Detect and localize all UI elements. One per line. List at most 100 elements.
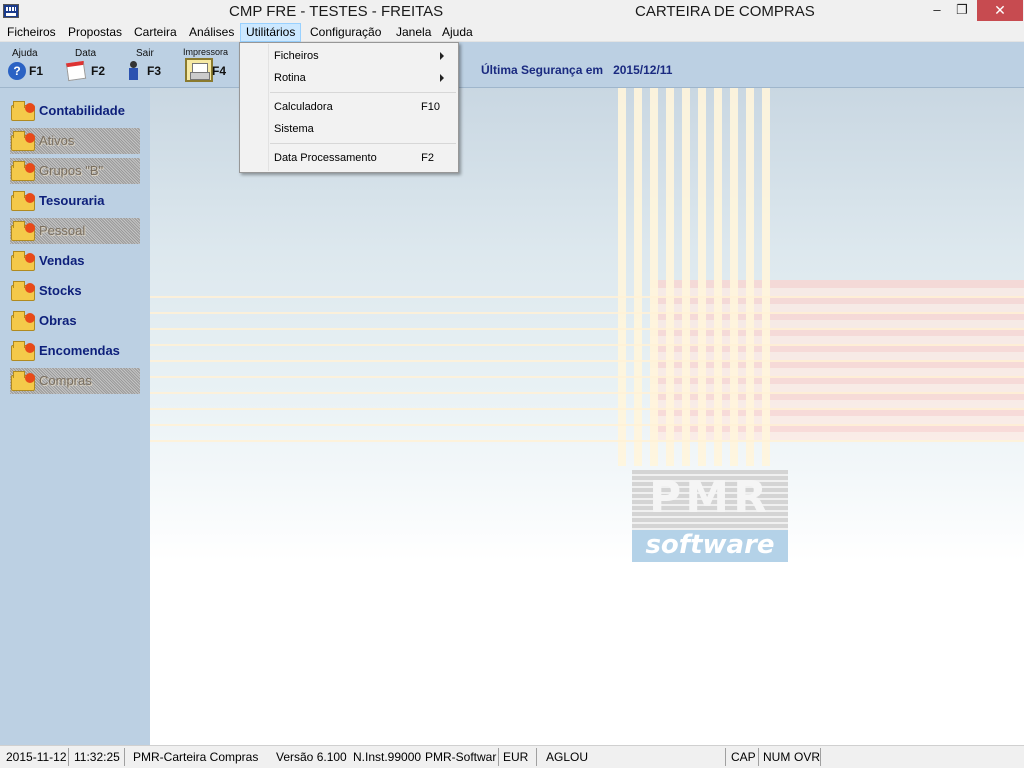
menu-bar: Ficheiros Propostas Carteira Análises Ut… bbox=[0, 23, 1024, 42]
software-logo-text: software bbox=[632, 530, 788, 562]
sidebar-item-label: Contabilidade bbox=[39, 103, 125, 118]
dropdown-item-data-processamento[interactable]: Data Processamento F2 bbox=[274, 149, 454, 167]
close-button[interactable]: ✕ bbox=[977, 0, 1023, 21]
sidebar-item-label: Obras bbox=[39, 313, 77, 328]
menu-janela[interactable]: Janela bbox=[391, 23, 436, 42]
sidebar-item-label: Stocks bbox=[39, 283, 82, 298]
dropdown-item-rotina[interactable]: Rotina bbox=[274, 69, 454, 87]
sidebar-item-label: Encomendas bbox=[39, 343, 120, 358]
sidebar-item-encomendas[interactable]: Encomendas bbox=[10, 338, 140, 364]
status-version: Versão 6.100 bbox=[276, 750, 347, 764]
window-subtitle: CARTEIRA DE COMPRAS bbox=[635, 3, 815, 20]
sidebar-item-ativos[interactable]: Ativos bbox=[10, 128, 140, 154]
background-stripe bbox=[150, 296, 1024, 298]
minimize-button[interactable]: – bbox=[926, 0, 948, 21]
title-bar: CMP FRE - TESTES - FREITAS CARTEIRA DE C… bbox=[0, 0, 1024, 23]
printer-button[interactable]: Impressora F4 bbox=[183, 45, 238, 85]
dropdown-item-label: Sistema bbox=[274, 123, 314, 135]
status-num-lock: NUM bbox=[763, 750, 791, 764]
dropdown-item-label: Rotina bbox=[274, 72, 306, 84]
folder-icon bbox=[11, 161, 35, 181]
menu-configuracao[interactable]: Configuração bbox=[305, 23, 386, 42]
background-stripe bbox=[150, 312, 1024, 314]
background-stripe bbox=[150, 408, 1024, 410]
folder-icon bbox=[11, 281, 35, 301]
status-vendor: PMR-Softwar bbox=[425, 750, 497, 764]
folder-icon bbox=[11, 341, 35, 361]
folder-icon bbox=[11, 131, 35, 151]
exit-button[interactable]: Sair F3 bbox=[126, 45, 176, 85]
sidebar-item-stocks[interactable]: Stocks bbox=[10, 278, 140, 304]
menu-separator bbox=[270, 143, 456, 144]
status-install-number: N.Inst.99000 bbox=[353, 750, 422, 764]
sidebar-item-contabilidade[interactable]: Contabilidade bbox=[10, 98, 140, 124]
dropdown-item-sistema[interactable]: Sistema bbox=[274, 120, 454, 138]
last-backup-date: 2015/12/11 bbox=[613, 63, 673, 77]
background-stripe bbox=[150, 376, 1024, 378]
sidebar-item-pessoal[interactable]: Pessoal bbox=[10, 218, 140, 244]
sidebar-item-label: Compras bbox=[39, 373, 92, 388]
sidebar-item-label: Vendas bbox=[39, 253, 85, 268]
exit-caption: Sair bbox=[136, 48, 154, 59]
sidebar-item-obras[interactable]: Obras bbox=[10, 308, 140, 334]
menu-analises[interactable]: Análises bbox=[184, 23, 239, 42]
status-user: AGLOU bbox=[546, 750, 589, 764]
menu-propostas[interactable]: Propostas bbox=[63, 23, 127, 42]
restore-button[interactable]: ❐ bbox=[951, 0, 973, 21]
folder-icon bbox=[11, 221, 35, 241]
sidebar-item-label: Ativos bbox=[39, 133, 75, 148]
status-caps-lock: CAP bbox=[731, 750, 756, 764]
submenu-arrow-icon bbox=[440, 52, 444, 60]
status-currency: EUR bbox=[503, 750, 529, 764]
toolbar: Ajuda ? F1 Data F2 Sair F3 Impressora F4… bbox=[0, 42, 1024, 88]
menu-utilitarios[interactable]: Utilitários bbox=[240, 23, 302, 42]
calendar-icon bbox=[65, 60, 87, 82]
background-stripe bbox=[150, 344, 1024, 346]
submenu-arrow-icon bbox=[440, 74, 444, 82]
folder-icon bbox=[11, 311, 35, 331]
help-button[interactable]: Ajuda ? F1 bbox=[8, 45, 58, 85]
menu-ajuda[interactable]: Ajuda bbox=[437, 23, 478, 42]
dropdown-item-shortcut: F2 bbox=[421, 152, 434, 164]
help-key: F1 bbox=[29, 64, 44, 78]
sidebar-item-tesouraria[interactable]: Tesouraria bbox=[10, 188, 140, 214]
menu-carteira[interactable]: Carteira bbox=[129, 23, 182, 42]
sidebar-item-vendas[interactable]: Vendas bbox=[10, 248, 140, 274]
sidebar-item-compras[interactable]: Compras bbox=[10, 368, 140, 394]
module-sidebar: Contabilidade Ativos Grupos "B" Tesourar… bbox=[0, 88, 150, 745]
dropdown-item-label: Data Processamento bbox=[274, 152, 377, 164]
sidebar-item-label: Tesouraria bbox=[39, 193, 105, 208]
background-stripe bbox=[150, 424, 1024, 426]
background-stripe bbox=[150, 328, 1024, 330]
last-backup-info: Última Segurança em 2015/12/11 bbox=[481, 63, 672, 77]
date-caption: Data bbox=[75, 48, 97, 59]
dropdown-item-label: Ficheiros bbox=[274, 50, 319, 62]
main-workspace: PMR software bbox=[150, 88, 1024, 745]
date-key: F2 bbox=[91, 64, 106, 78]
printer-caption: Impressora bbox=[183, 47, 229, 57]
exit-key: F3 bbox=[147, 64, 162, 78]
menu-ficheiros[interactable]: Ficheiros bbox=[2, 23, 61, 42]
printer-key: F4 bbox=[212, 64, 227, 78]
sidebar-item-label: Pessoal bbox=[39, 223, 86, 238]
status-bar: 2015-11-12 11:32:25 PMR-Carteira Compras… bbox=[0, 745, 1024, 768]
dropdown-item-ficheiros[interactable]: Ficheiros bbox=[274, 47, 454, 65]
exit-icon bbox=[126, 61, 142, 81]
pmr-logo-text: PMR bbox=[649, 472, 771, 523]
background-stripe bbox=[150, 440, 1024, 442]
help-icon: ? bbox=[8, 62, 26, 80]
dropdown-item-calculadora[interactable]: Calculadora F10 bbox=[274, 98, 454, 116]
menu-separator bbox=[270, 92, 456, 93]
status-time: 11:32:25 bbox=[74, 750, 120, 764]
date-button[interactable]: Data F2 bbox=[65, 45, 117, 85]
sidebar-item-label: Grupos "B" bbox=[39, 163, 104, 178]
folder-icon bbox=[11, 371, 35, 391]
folder-icon bbox=[11, 101, 35, 121]
sidebar-item-grupos-b[interactable]: Grupos "B" bbox=[10, 158, 140, 184]
status-date: 2015-11-12 bbox=[6, 750, 67, 764]
app-logo-icon[interactable] bbox=[3, 4, 19, 18]
utilitarios-dropdown-menu: Ficheiros Rotina Calculadora F10 Sistema… bbox=[239, 42, 459, 173]
folder-icon bbox=[11, 251, 35, 271]
last-backup-label: Última Segurança em bbox=[481, 63, 604, 77]
background-stripe bbox=[150, 360, 1024, 362]
